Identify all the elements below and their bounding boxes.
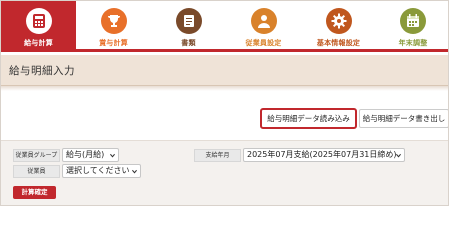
title-divider xyxy=(1,86,448,91)
pay-month-label: 支給年月 xyxy=(194,149,241,162)
nav-label: 給与計算 xyxy=(24,39,53,47)
pay-month-select[interactable]: 2025年07月支給(2025年07月31日締め) xyxy=(243,148,405,162)
chevron-down-icon xyxy=(132,169,137,174)
nav-label: 賞与計算 xyxy=(99,39,128,47)
nav-item-documents[interactable]: 書類 xyxy=(151,1,226,52)
employee-group-value: 給与(月給) xyxy=(66,150,105,159)
nav-item-bonus[interactable]: 賞与計算 xyxy=(76,1,151,52)
nav-label: 年末調整 xyxy=(398,39,428,47)
read-payslip-data-button[interactable]: 給与明細データ読み込み xyxy=(260,108,357,129)
nav-item-payroll[interactable]: 給与計算 xyxy=(1,1,76,52)
person-icon xyxy=(250,8,277,34)
employee-value: 選択してください xyxy=(66,166,130,175)
payroll-calculator-icon xyxy=(25,8,52,34)
employee-select[interactable]: 選択してください xyxy=(62,164,141,178)
nav-item-year-end[interactable]: 年末調整 xyxy=(376,1,448,52)
employee-label: 従業員 xyxy=(13,165,60,178)
gear-icon xyxy=(325,8,352,34)
nav-label: 従業員設定 xyxy=(245,39,282,47)
nav-item-employee-settings[interactable]: 従業員設定 xyxy=(226,1,301,52)
chevron-down-icon xyxy=(110,153,115,158)
calendar-icon xyxy=(400,8,426,34)
nav-item-basic-settings[interactable]: 基本情報設定 xyxy=(301,1,376,52)
employee-group-select[interactable]: 給与(月給) xyxy=(62,148,119,162)
page-title: 給与明細入力 xyxy=(9,65,75,77)
pay-month-value: 2025年07月支給(2025年07月31日締め) xyxy=(247,150,397,159)
document-icon xyxy=(175,8,202,34)
confirm-calculation-button[interactable]: 計算確定 xyxy=(13,186,56,199)
chevron-down-icon xyxy=(396,153,401,158)
nav-label: 基本情報設定 xyxy=(316,39,361,47)
trophy-icon xyxy=(100,8,127,34)
employee-group-label: 従業員グループ xyxy=(13,149,60,162)
export-payslip-data-button[interactable]: 給与明細データ書き出し xyxy=(359,109,448,128)
nav-label: 書類 xyxy=(181,39,196,47)
app-window: 給与計算 賞与計算 書類 従業員設定 基本情報設定 年末調整 給与明細入力 給与… xyxy=(0,0,449,206)
title-band: 給与明細入力 xyxy=(1,55,448,86)
top-nav: 給与計算 賞与計算 書類 従業員設定 基本情報設定 年末調整 xyxy=(1,1,448,52)
